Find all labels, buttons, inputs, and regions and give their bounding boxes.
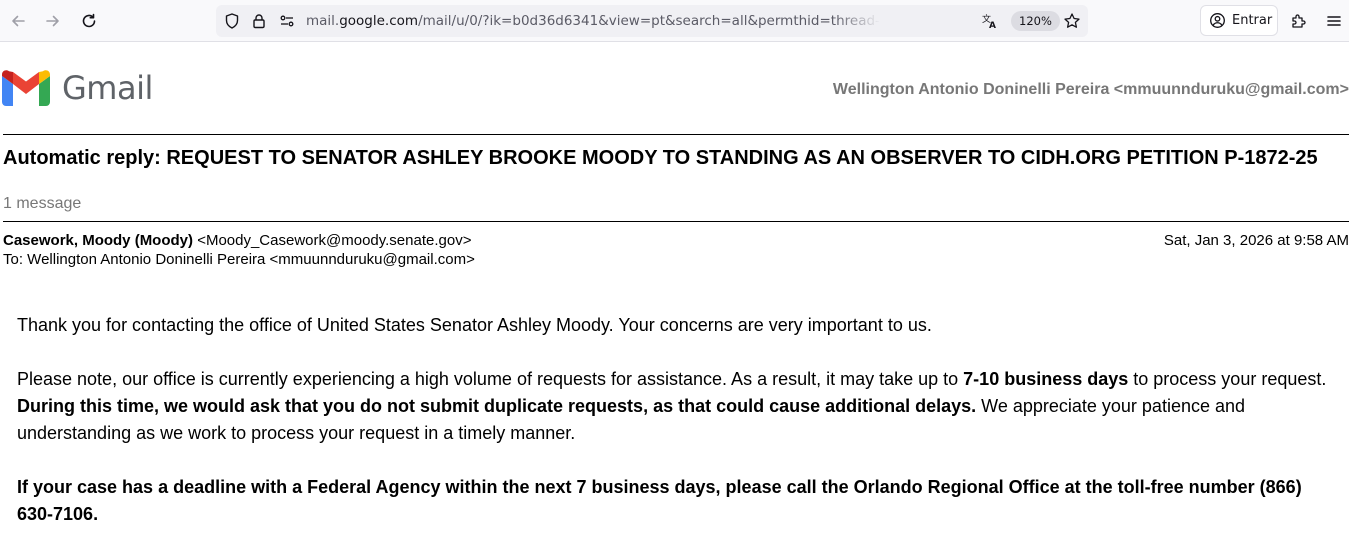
extensions-button[interactable] — [1284, 6, 1314, 36]
body-text: to process your request. — [1128, 369, 1327, 389]
body-bold-text: If your case has a deadline with a Feder… — [17, 477, 1302, 524]
body-bold-text: During this time, we would ask that you … — [17, 396, 977, 416]
translate-icon[interactable]: 文A — [981, 12, 999, 31]
sender-email: <Moody_Casework@moody.senate.gov> — [197, 232, 472, 249]
puzzle-piece-icon — [1292, 14, 1306, 28]
recipient-line: To: Wellington Antonio Doninelli Pereira… — [3, 251, 475, 268]
address-bar[interactable]: mail.google.com/mail/u/0/?ik=b0d36d6341&… — [216, 5, 1088, 37]
message-body: Thank you for contacting the office of U… — [17, 312, 1337, 555]
forward-button[interactable] — [38, 6, 68, 36]
url-text[interactable]: mail.google.com/mail/u/0/?ik=b0d36d6341&… — [306, 13, 880, 29]
zoom-level-indicator[interactable]: 120% — [1011, 11, 1060, 31]
reload-icon — [82, 13, 96, 28]
body-paragraph-1: Thank you for contacting the office of U… — [17, 315, 932, 335]
url-host: google.com — [339, 13, 419, 29]
divider — [3, 134, 1349, 135]
body-paragraph-2: Please note, our office is currently exp… — [17, 366, 1337, 447]
svg-text:A: A — [989, 21, 996, 30]
app-menu-button[interactable] — [1319, 6, 1349, 36]
page-permissions-icon[interactable] — [278, 12, 296, 30]
bookmark-star-icon[interactable] — [1063, 12, 1081, 30]
gmail-logo-icon — [2, 70, 50, 106]
url-prefix: mail. — [306, 13, 340, 29]
gmail-wordmark: Gmail — [62, 69, 153, 107]
sender-line: Casework, Moody (Moody) <Moody_Casework@… — [3, 232, 471, 249]
message-date: Sat, Jan 3, 2026 at 9:58 AM — [1163, 232, 1349, 249]
back-arrow-icon — [12, 15, 25, 27]
forward-arrow-icon — [46, 15, 59, 27]
body-bold-text: 7-10 business days — [963, 369, 1129, 389]
account-icon — [1210, 13, 1225, 28]
email-subject: Automatic reply: REQUEST TO SENATOR ASHL… — [3, 147, 1318, 169]
body-paragraph-3: If your case has a deadline with a Feder… — [17, 474, 1337, 528]
account-email: Wellington Antonio Doninelli Pereira <mm… — [832, 81, 1349, 98]
divider — [3, 221, 1349, 222]
browser-toolbar: mail.google.com/mail/u/0/?ik=b0d36d6341&… — [0, 0, 1349, 42]
reload-button[interactable] — [74, 6, 104, 36]
hamburger-menu-icon — [1327, 16, 1341, 26]
sign-in-label: Entrar — [1232, 13, 1273, 28]
body-text: Please note, our office is currently exp… — [17, 369, 964, 389]
url-path: /mail/u/0/?ik=b0d36d6341&view=pt&search=… — [418, 13, 880, 29]
lock-icon[interactable] — [250, 12, 268, 30]
back-button[interactable] — [3, 6, 33, 36]
sign-in-button[interactable]: Entrar — [1200, 5, 1278, 36]
tracking-protection-shield-icon[interactable] — [223, 12, 241, 30]
sender-name: Casework, Moody (Moody) — [3, 232, 194, 249]
message-count: 1 message — [3, 195, 82, 212]
